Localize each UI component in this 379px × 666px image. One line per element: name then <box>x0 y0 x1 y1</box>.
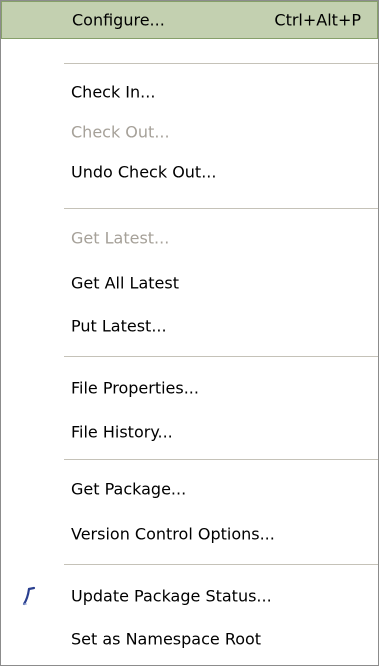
menu-item-configure[interactable]: Configure... Ctrl+Alt+P <box>1 1 378 39</box>
menu-item-undo-check-out[interactable]: Undo Check Out... <box>1 153 378 191</box>
menu-item-label: Put Latest... <box>71 316 167 336</box>
menu-item-get-latest: Get Latest... <box>1 219 378 257</box>
update-status-icon <box>17 584 41 608</box>
menu-item-label: Configure... <box>72 10 165 30</box>
menu-item-shortcut: Ctrl+Alt+P <box>274 10 361 30</box>
menu-item-label: Check In... <box>71 82 156 102</box>
menu-item-label: Set as Namespace Root <box>71 629 262 649</box>
menu-item-file-properties[interactable]: File Properties... <box>1 369 378 407</box>
menu-item-version-control-options[interactable]: Version Control Options... <box>1 515 378 553</box>
menu-item-label: Check Out... <box>71 122 170 142</box>
menu-item-check-out: Check Out... <box>1 113 378 151</box>
menu-item-label: Undo Check Out... <box>71 162 217 182</box>
menu-item-put-latest[interactable]: Put Latest... <box>1 307 378 345</box>
menu-item-get-all-latest[interactable]: Get All Latest <box>1 264 378 302</box>
menu-item-label: File History... <box>71 422 173 442</box>
menu-item-check-in[interactable]: Check In... <box>1 73 378 111</box>
menu-separator <box>64 208 378 209</box>
context-menu: Configure... Ctrl+Alt+P Check In... Chec… <box>0 0 379 666</box>
menu-item-update-package-status[interactable]: Update Package Status... <box>1 577 378 615</box>
menu-item-label: Get All Latest <box>71 273 179 293</box>
menu-item-label: Get Latest... <box>71 228 170 248</box>
menu-item-label: File Properties... <box>71 378 199 398</box>
menu-item-file-history[interactable]: File History... <box>1 413 378 451</box>
menu-item-set-namespace-root[interactable]: Set as Namespace Root <box>1 620 378 658</box>
menu-separator <box>64 459 378 460</box>
menu-item-label: Update Package Status... <box>71 586 272 606</box>
menu-separator <box>64 63 378 64</box>
menu-item-label: Version Control Options... <box>71 524 275 544</box>
menu-separator <box>64 356 378 357</box>
menu-separator <box>64 564 378 565</box>
menu-item-get-package[interactable]: Get Package... <box>1 470 378 508</box>
menu-item-label: Get Package... <box>71 479 187 499</box>
